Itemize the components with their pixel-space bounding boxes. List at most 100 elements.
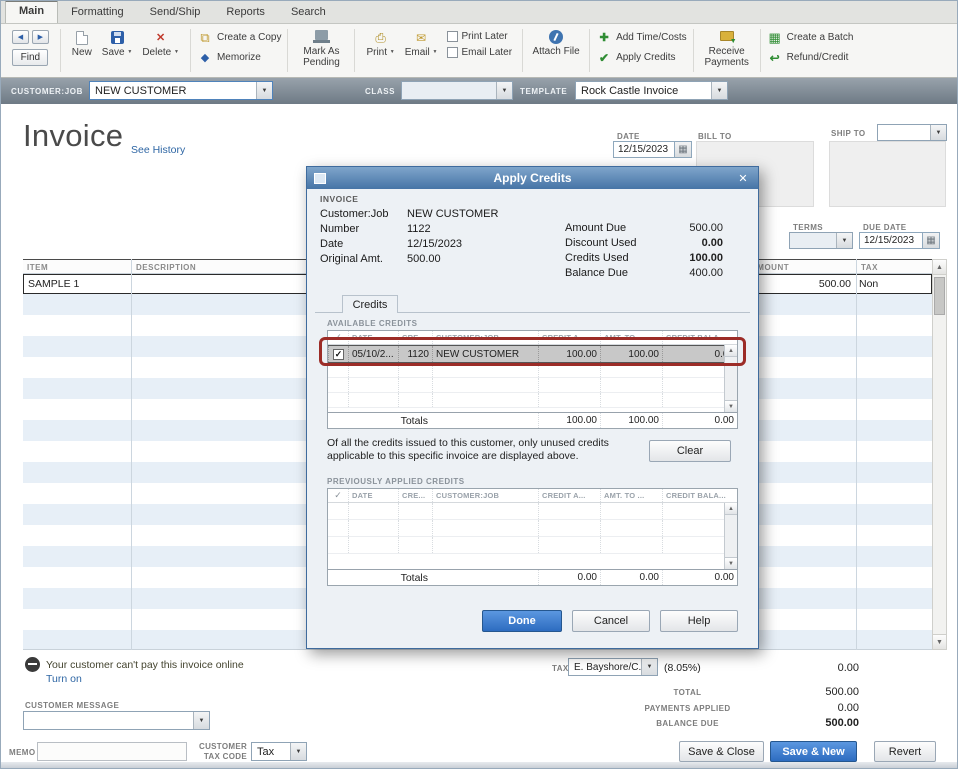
bill-to-label: BILL TO <box>698 132 732 141</box>
class-label: CLASS <box>365 87 395 96</box>
items-table-scrollbar[interactable] <box>932 259 947 650</box>
no-online-payment-icon <box>25 657 40 672</box>
due-date-label: DUE DATE <box>863 223 907 232</box>
dropdown-arrow-icon[interactable] <box>930 125 946 140</box>
due-date-field-group: 12/15/2023 <box>859 232 940 249</box>
toolbar-divider <box>287 29 288 72</box>
find-next-button[interactable] <box>32 30 49 44</box>
dropdown-arrow-icon[interactable] <box>193 712 209 729</box>
email-button[interactable]: Email <box>400 27 443 61</box>
ship-to-label: SHIP TO <box>831 129 866 138</box>
credits-used-label: Credits Used <box>565 252 629 264</box>
dialog-title-bar[interactable]: Apply Credits <box>307 167 758 189</box>
tax-amount: 0.00 <box>759 662 859 674</box>
save-and-close-button[interactable]: Save & Close <box>679 741 764 762</box>
memo-input[interactable] <box>37 742 187 761</box>
scroll-up-icon[interactable] <box>725 503 737 515</box>
empty-credit-row <box>328 393 737 408</box>
scroll-down-icon[interactable] <box>725 400 737 412</box>
green-plus-icon <box>596 30 612 45</box>
clear-button[interactable]: Clear <box>649 440 731 462</box>
date-input[interactable]: 12/15/2023 <box>613 141 675 158</box>
memorize-button[interactable]: Memorize <box>195 49 283 66</box>
template-dropdown[interactable]: Rock Castle Invoice <box>575 81 728 100</box>
revert-button[interactable]: Revert <box>874 741 936 762</box>
credits-table-scrollbar[interactable] <box>724 345 737 412</box>
customer-job-dropdown[interactable]: NEW CUSTOMER <box>89 81 273 100</box>
ship-to-dropdown[interactable] <box>877 124 947 141</box>
dropdown-arrow-icon[interactable] <box>641 659 657 675</box>
dropdown-arrow-icon[interactable] <box>711 82 727 99</box>
email-later-checkbox[interactable]: Email Later <box>445 46 515 59</box>
cancel-button[interactable]: Cancel <box>572 610 650 632</box>
attach-file-button[interactable]: Attach File <box>525 26 587 75</box>
calendar-icon[interactable] <box>923 232 940 249</box>
scroll-up-icon[interactable] <box>933 260 946 275</box>
scroll-down-icon[interactable] <box>933 634 946 649</box>
later-checkboxes: Print Later Email Later <box>443 27 517 62</box>
template-label: TEMPLATE <box>520 87 567 96</box>
create-batch-button[interactable]: Create a Batch <box>765 29 856 46</box>
item-column-header: ITEM <box>23 260 131 273</box>
dropdown-arrow-icon[interactable] <box>496 82 512 99</box>
save-button[interactable]: Save <box>97 27 138 61</box>
customer-message-dropdown[interactable] <box>23 711 210 730</box>
credits-tab[interactable]: Credits <box>342 295 398 313</box>
payments-applied-row: PAYMENTS APPLIED 0.00 <box>616 702 859 714</box>
scroll-up-icon[interactable] <box>725 345 737 357</box>
create-copy-button[interactable]: Create a Copy <box>195 29 283 46</box>
save-and-new-button[interactable]: Save & New <box>770 741 857 762</box>
credits-note: Of all the credits issued to this custom… <box>327 437 647 463</box>
delete-dropdown-caret-icon <box>174 47 179 58</box>
print-button[interactable]: Print <box>361 27 399 61</box>
tax-item-dropdown[interactable]: E. Bayshore/C... <box>568 658 658 676</box>
credit-row-checkbox[interactable]: ✓ <box>333 349 344 360</box>
add-time-costs-button[interactable]: Add Time/Costs <box>594 29 689 46</box>
online-payment-notice: Your customer can't pay this invoice onl… <box>46 659 244 671</box>
ship-to-box[interactable] <box>829 141 946 207</box>
terms-dropdown[interactable] <box>789 232 853 249</box>
calendar-icon[interactable] <box>675 141 692 158</box>
print-later-checkbox[interactable]: Print Later <box>445 30 515 43</box>
paperclip-icon <box>549 30 563 44</box>
scroll-down-icon[interactable] <box>725 557 737 569</box>
credits-table-scrollbar[interactable] <box>724 503 737 569</box>
date-label: DATE <box>617 132 640 141</box>
tab-search[interactable]: Search <box>278 3 339 23</box>
scrollbar-thumb[interactable] <box>934 277 945 315</box>
customer-job-label: CUSTOMER:JOB <box>11 87 83 96</box>
save-dropdown-caret-icon <box>127 47 132 58</box>
mark-as-pending-button[interactable]: Mark As Pending <box>290 26 352 75</box>
help-button[interactable]: Help <box>660 610 738 632</box>
tab-formatting[interactable]: Formatting <box>58 3 137 23</box>
turn-on-link[interactable]: Turn on <box>46 673 82 685</box>
see-history-link[interactable]: See History <box>131 144 185 156</box>
toolbar-divider <box>589 29 590 72</box>
tab-main[interactable]: Main <box>5 0 58 23</box>
previously-applied-credits-table: ✓ DATE CRE... CUSTOMER:JOB CREDIT A... A… <box>327 488 738 586</box>
refund-credit-button[interactable]: Refund/Credit <box>765 49 856 66</box>
tab-send-ship[interactable]: Send/Ship <box>137 3 214 23</box>
dropdown-arrow-icon[interactable] <box>836 233 852 248</box>
quickbooks-invoice-window: Main Formatting Send/Ship Reports Search… <box>0 0 958 769</box>
new-button[interactable]: New <box>67 27 97 61</box>
delete-button[interactable]: Delete <box>137 27 184 61</box>
done-button[interactable]: Done <box>482 610 562 632</box>
find-button[interactable]: Find <box>12 49 48 66</box>
class-dropdown[interactable] <box>401 81 513 100</box>
receive-payments-button[interactable]: Receive Payments <box>696 26 758 75</box>
available-credits-label: AVAILABLE CREDITS <box>327 319 417 328</box>
available-credit-row[interactable]: ✓ 05/10/2... 1120 NEW CUSTOMER 100.00 10… <box>328 345 737 363</box>
due-date-input[interactable]: 12/15/2023 <box>859 232 923 249</box>
dropdown-arrow-icon[interactable] <box>256 82 272 99</box>
column-divider <box>856 259 857 650</box>
dialog-date-label: Date <box>320 238 343 250</box>
apply-credits-button[interactable]: Apply Credits <box>594 49 689 66</box>
dropdown-arrow-icon[interactable] <box>290 743 306 760</box>
close-icon[interactable] <box>735 172 751 185</box>
find-previous-button[interactable] <box>12 30 29 44</box>
tax-rate: (8.05%) <box>664 662 701 674</box>
tab-reports[interactable]: Reports <box>213 3 278 23</box>
printer-icon <box>373 30 389 45</box>
tax-code-dropdown[interactable]: Tax <box>251 742 307 761</box>
